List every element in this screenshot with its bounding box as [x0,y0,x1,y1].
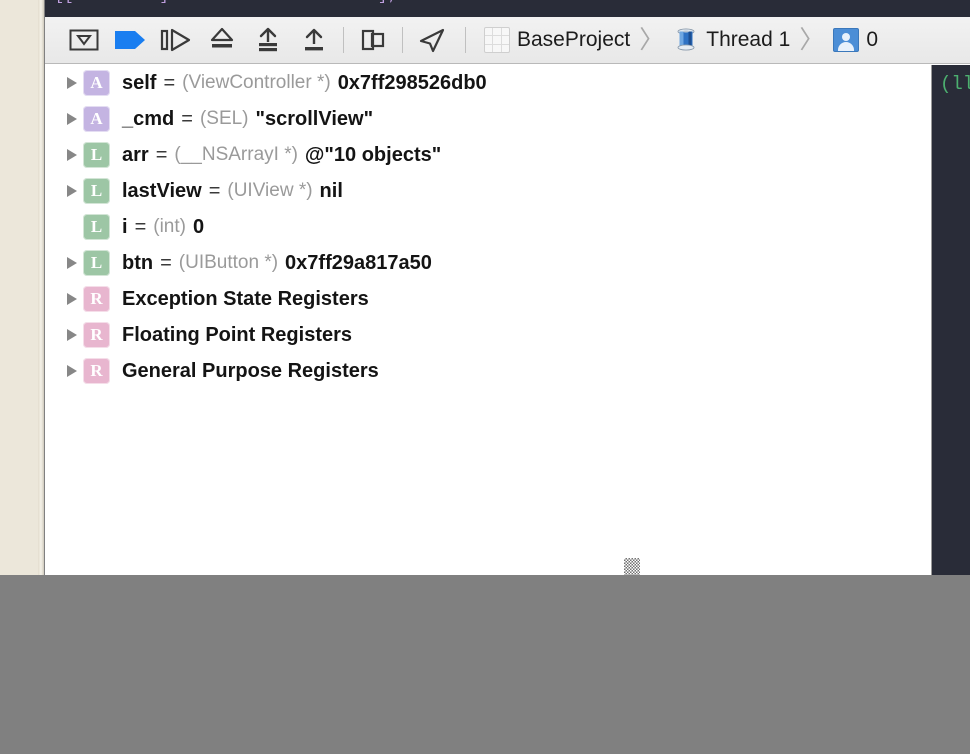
scope-badge-argument: A [83,106,110,132]
toolbar-separator-3 [465,27,466,53]
variables-view[interactable]: A self = (ViewController *) 0x7ff298526d… [45,65,931,575]
variable-equals: = [155,143,168,166]
variable-name: _cmd [122,107,175,130]
screenshot-root: 67 [[self view] addSubview:scrollView]; … [0,0,970,754]
debug-area-window: BaseProject 〉 Thread 1 〉 0 A self = (Vie… [45,17,970,575]
disclosure-triangle-icon[interactable] [61,112,83,126]
register-group-label: Exception State Registers [122,287,369,310]
disclosure-triangle-icon[interactable] [61,256,83,270]
step-out-alt-icon [305,28,323,51]
variable-name: lastView [122,179,202,202]
scope-badge-local: L [83,178,110,204]
table-row[interactable]: R General Purpose Registers [45,353,931,389]
variable-value: nil [319,179,343,202]
table-row[interactable]: L arr = (__NSArrayI *) @"10 objects" [45,137,931,173]
simulate-location-icon [419,28,445,53]
variable-type: (ViewController *) [182,72,331,93]
resize-handle[interactable] [624,558,640,576]
console-prompt: (lldb) [940,73,970,95]
left-margin-bevel [38,0,44,575]
view-debugging-icon [361,29,385,51]
variable-value: 0 [192,215,205,238]
table-row[interactable]: L i = (int) 0 [45,209,931,245]
variable-type: (SEL) [199,108,249,129]
disclosure-triangle-icon[interactable] [61,292,83,306]
stack-frame-person-icon [833,28,860,52]
breadcrumb-label-process: BaseProject [517,28,631,51]
table-row[interactable]: R Exception State Registers [45,281,931,317]
console-view[interactable]: (lldb) [931,65,970,575]
variable-equals: = [181,107,193,130]
code-editor-sliver: 67 [[self view] addSubview:scrollView]; … [45,0,970,17]
continue-program-icon [115,31,145,49]
breadcrumb-item-process[interactable]: BaseProject [480,27,634,53]
variable-value: 0x7ff298526db0 [337,71,487,94]
variable-equals: = [134,215,147,238]
disclosure-triangle-icon[interactable] [61,328,83,342]
variable-type: (UIView *) [227,180,313,201]
table-row[interactable]: A _cmd = (SEL) "scrollView" [45,101,931,137]
breadcrumb-chevron-1: 〉 [639,25,665,54]
variable-name: btn [122,251,154,274]
disclosure-triangle-icon[interactable] [61,76,83,90]
debug-toolbar: BaseProject 〉 Thread 1 〉 0 [45,17,970,64]
breadcrumb-label-frame: 0 [866,28,879,51]
simulate-location-button[interactable] [409,20,455,60]
table-row[interactable]: R Floating Point Registers [45,317,931,353]
scope-badge-register: R [83,358,110,384]
step-out-alt-button[interactable] [291,20,337,60]
continue-button[interactable] [107,20,153,60]
step-into-button[interactable] [199,20,245,60]
hide-debug-area-icon [69,29,99,51]
breadcrumb-item-thread[interactable]: Thread 1 [669,27,794,53]
step-over-button[interactable] [153,20,199,60]
process-grid-icon [484,27,510,53]
toolbar-separator-1 [343,27,344,53]
scope-badge-argument: A [83,70,110,96]
disclosure-triangle-icon[interactable] [61,364,83,378]
breadcrumb-label-thread: Thread 1 [706,28,791,51]
step-out-button[interactable] [245,20,291,60]
scope-badge-register: R [83,286,110,312]
variable-equals: = [163,71,176,94]
disclosure-triangle-icon[interactable] [61,184,83,198]
scope-badge-local: L [83,142,110,168]
breadcrumb-chevron-2: 〉 [799,25,825,54]
step-into-icon [210,27,234,48]
desktop-background [0,575,970,754]
code-comment: // add to ScrollView [492,0,682,5]
code-fragment: [[self view] addSubview:scrollView]; [55,0,397,5]
disclosure-triangle-icon[interactable] [61,148,83,162]
scope-badge-local: L [83,214,110,240]
view-debugging-button[interactable] [350,20,396,60]
toolbar-separator-2 [402,27,403,53]
variable-type: (__NSArrayI *) [174,144,298,165]
variable-equals: = [160,251,172,274]
hide-debug-area-button[interactable] [61,20,107,60]
table-row[interactable]: A self = (ViewController *) 0x7ff298526d… [45,65,931,101]
variable-equals: = [208,179,221,202]
variable-name: self [122,71,157,94]
breadcrumb-item-frame[interactable]: 0 [829,28,882,52]
code-line: [[self view] addSubview:scrollView]; // … [55,0,682,5]
variable-value: 0x7ff29a817a50 [285,251,432,274]
breadcrumb: BaseProject 〉 Thread 1 〉 0 [480,20,882,60]
variable-value: @"10 objects" [304,143,442,166]
step-over-icon [160,28,191,52]
register-group-label: General Purpose Registers [122,359,379,382]
left-margin-strip [0,0,44,575]
variable-name: arr [122,143,149,166]
table-row[interactable]: L lastView = (UIView *) nil [45,173,931,209]
variable-name: i [122,215,128,238]
variable-type: (int) [153,216,186,237]
scope-badge-register: R [83,322,110,348]
variable-value: "scrollView" [255,107,374,130]
table-row[interactable]: L btn = (UIButton *) 0x7ff29a817a50 [45,245,931,281]
thread-spool-icon [673,27,699,53]
register-group-label: Floating Point Registers [122,323,353,346]
scope-badge-local: L [83,250,110,276]
variable-type: (UIButton *) [178,252,279,273]
step-out-icon [259,27,277,52]
